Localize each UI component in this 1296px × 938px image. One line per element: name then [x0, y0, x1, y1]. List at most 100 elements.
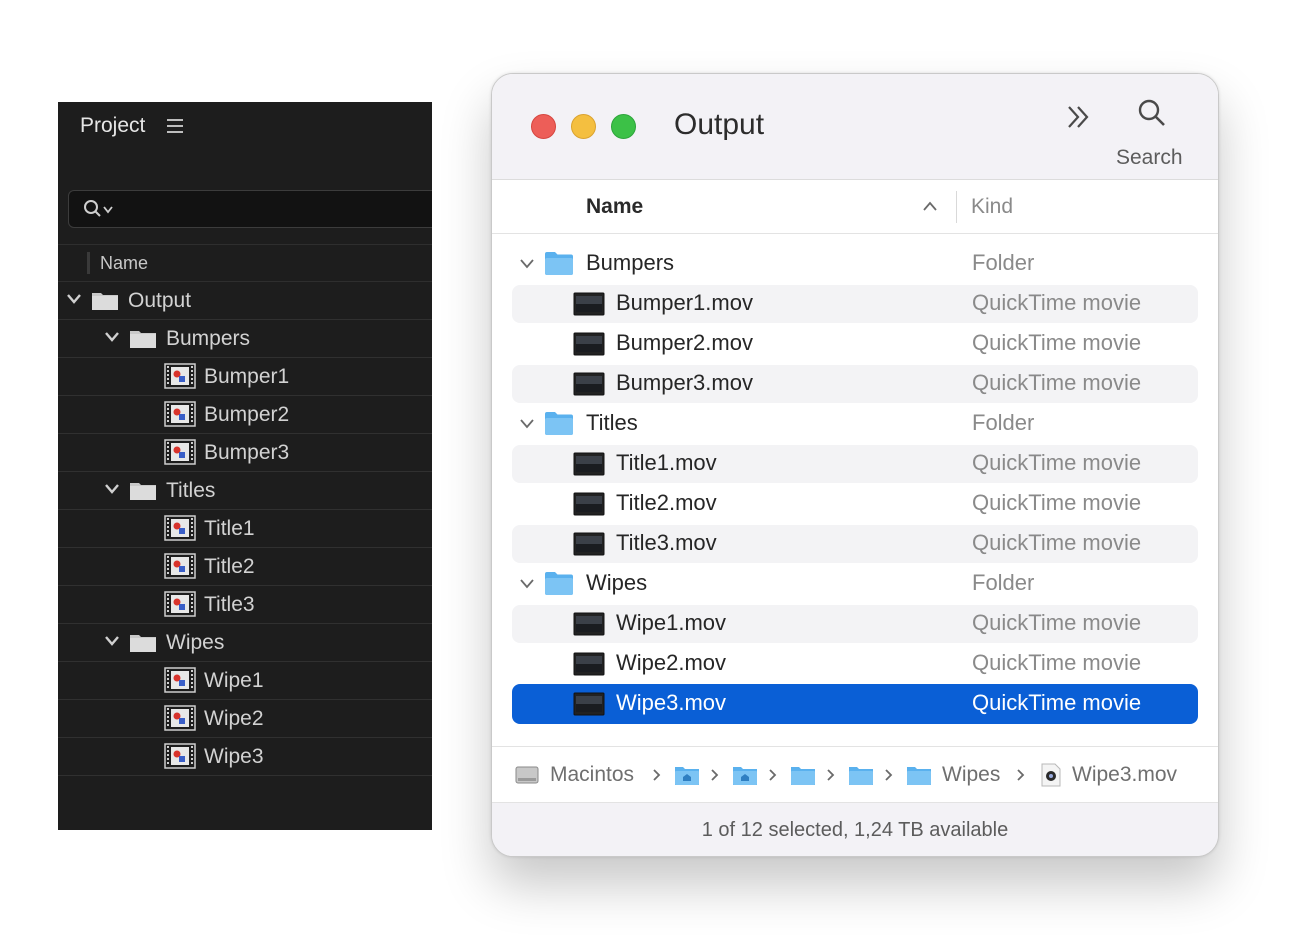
minimize-button[interactable]: [571, 114, 596, 139]
zoom-button[interactable]: [611, 114, 636, 139]
chevron-right-icon: [885, 769, 893, 781]
path-crumb[interactable]: [674, 761, 700, 789]
composition-icon: [164, 705, 196, 731]
composition-icon: [164, 401, 196, 427]
movie-file-icon: [1040, 763, 1062, 787]
folder-icon: [545, 572, 573, 595]
file-kind: Folder: [972, 570, 1035, 595]
search-label[interactable]: Search: [1116, 146, 1183, 170]
chevron-down-icon[interactable]: [519, 418, 535, 430]
project-item-label: Bumper1: [204, 365, 290, 388]
project-item-label: Title2: [204, 555, 255, 578]
file-row[interactable]: Wipe2.mov QuickTime movie: [492, 644, 1218, 684]
chevron-down-icon[interactable]: [104, 331, 120, 343]
project-item-row[interactable]: Title1: [58, 510, 432, 548]
kind-column-header[interactable]: Kind: [971, 195, 1013, 219]
project-item-row[interactable]: Wipe2: [58, 700, 432, 738]
file-kind: QuickTime movie: [972, 290, 1142, 315]
list-column-header: Name Kind: [492, 180, 1218, 234]
file-row[interactable]: Title1.mov QuickTime movie: [492, 444, 1218, 484]
file-row[interactable]: Bumper1.mov QuickTime movie: [492, 284, 1218, 324]
folder-icon: [92, 293, 118, 310]
file-row[interactable]: Wipe1.mov QuickTime movie: [492, 604, 1218, 644]
file-row[interactable]: Bumper2.mov QuickTime movie: [492, 324, 1218, 364]
project-item-row[interactable]: Title2: [58, 548, 432, 586]
panel-menu-icon[interactable]: [167, 119, 184, 133]
project-folder-row[interactable]: Bumpers: [58, 320, 432, 358]
file-row[interactable]: Title3.mov QuickTime movie: [492, 524, 1218, 564]
file-kind: QuickTime movie: [972, 610, 1142, 635]
project-item-label: Titles: [166, 479, 216, 502]
chevron-right-icon: [827, 769, 835, 781]
path-crumb[interactable]: Wipe3.mov: [1040, 761, 1177, 789]
file-name: Wipe1.mov: [616, 610, 727, 635]
project-folder-row[interactable]: Wipes: [58, 624, 432, 662]
home-folder-icon: [732, 763, 758, 787]
file-row[interactable]: Title2.mov QuickTime movie: [492, 484, 1218, 524]
project-item-row[interactable]: Wipe3: [58, 738, 432, 776]
file-name: Wipe2.mov: [616, 650, 727, 675]
path-crumb[interactable]: [732, 761, 758, 789]
project-item-row[interactable]: Bumper1: [58, 358, 432, 396]
composition-icon: [164, 667, 196, 693]
name-column-label: Name: [100, 252, 149, 273]
path-crumb[interactable]: [848, 761, 874, 789]
project-item-row[interactable]: Wipe1: [58, 662, 432, 700]
project-folder-row[interactable]: Titles: [58, 472, 432, 510]
folder-row[interactable]: Wipes Folder: [492, 564, 1218, 604]
column-divider[interactable]: [956, 191, 957, 223]
project-panel: Project Name Output Bumpers Bumper1 Bumper2…: [58, 102, 432, 830]
folder-row[interactable]: Bumpers Folder: [492, 244, 1218, 284]
project-item-label: Bumpers: [166, 327, 251, 350]
file-row[interactable]: Bumper3.mov QuickTime movie: [492, 364, 1218, 404]
path-crumb[interactable]: Macintos: [514, 761, 634, 789]
project-item-label: Wipes: [166, 631, 225, 654]
file-name: Bumpers: [586, 250, 675, 275]
project-folder-row[interactable]: Output: [58, 282, 432, 320]
folder-icon: [848, 763, 874, 787]
folder-icon: [545, 412, 573, 435]
sort-ascending-icon[interactable]: [922, 200, 938, 212]
project-item-row[interactable]: Bumper3: [58, 434, 432, 472]
project-item-label: Bumper3: [204, 441, 290, 464]
file-kind: QuickTime movie: [972, 450, 1142, 475]
chevron-down-icon[interactable]: [104, 483, 120, 495]
file-name: Title1.mov: [616, 450, 717, 475]
project-item-row[interactable]: Bumper2: [58, 396, 432, 434]
project-item-label: Wipe3: [204, 745, 264, 768]
toolbar-overflow-icon[interactable]: [1064, 102, 1094, 132]
file-row[interactable]: Wipe3.mov QuickTime movie: [492, 684, 1218, 724]
project-item-label: Wipe1: [204, 669, 264, 692]
chevron-down-icon[interactable]: [519, 258, 535, 270]
file-kind: QuickTime movie: [972, 370, 1142, 395]
project-column-header[interactable]: Name: [58, 244, 432, 282]
path-crumb[interactable]: Wipes: [906, 761, 1000, 789]
close-button[interactable]: [531, 114, 556, 139]
status-text: 1 of 12 selected, 1,24 TB available: [701, 819, 1009, 841]
chevron-down-icon[interactable]: [104, 635, 120, 647]
project-search-input[interactable]: [68, 190, 432, 228]
folder-icon: [130, 331, 156, 348]
movie-file-icon: [573, 372, 605, 396]
file-name: Wipes: [586, 570, 648, 595]
chevron-down-icon[interactable]: [66, 293, 82, 305]
file-kind: QuickTime movie: [972, 330, 1142, 355]
chevron-down-icon[interactable]: [519, 578, 535, 590]
path-crumb-label: Wipes: [942, 763, 1001, 786]
movie-file-icon: [573, 492, 605, 516]
name-column-header[interactable]: Name: [586, 195, 643, 219]
project-item-row[interactable]: Title3: [58, 586, 432, 624]
chevron-right-icon: [653, 769, 661, 781]
file-name: Bumper2.mov: [616, 330, 753, 355]
movie-file-icon: [573, 612, 605, 636]
folder-icon: [130, 483, 156, 500]
path-bar: Macintos Wipes Wipe3.mov: [492, 746, 1218, 802]
path-crumb[interactable]: [790, 761, 816, 789]
search-icon[interactable]: [1137, 98, 1167, 128]
file-kind: QuickTime movie: [972, 490, 1142, 515]
home-folder-icon: [674, 763, 700, 787]
folder-row[interactable]: Titles Folder: [492, 404, 1218, 444]
composition-icon: [164, 515, 196, 541]
composition-icon: [164, 591, 196, 617]
file-list: Bumpers Folder Bumper1.mov QuickTime movie B…: [492, 244, 1218, 724]
